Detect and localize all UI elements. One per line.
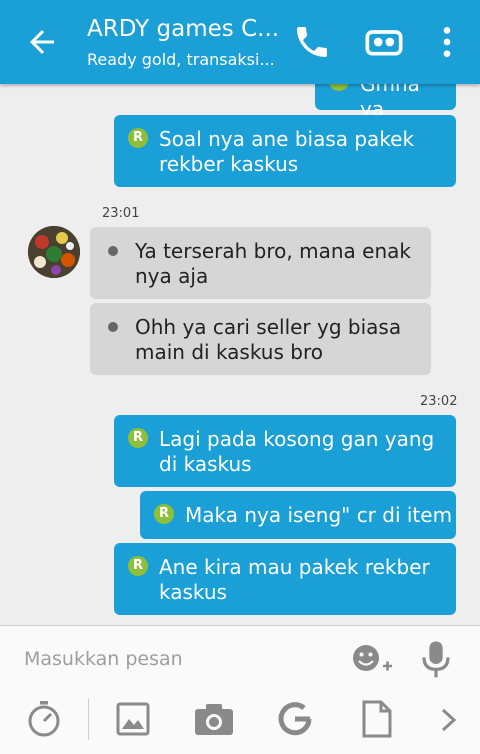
user-badge-icon: R xyxy=(329,84,349,91)
user-badge-icon: R xyxy=(128,428,148,448)
app-bar: ARDY games C... Ready gold, transaksi... xyxy=(0,0,480,84)
image-icon[interactable] xyxy=(116,702,150,736)
file-icon[interactable] xyxy=(362,700,392,738)
timer-icon[interactable] xyxy=(26,700,62,738)
message-input[interactable]: Masukkan pesan xyxy=(24,648,183,670)
chevron-right-icon[interactable] xyxy=(440,708,458,732)
avatar-image xyxy=(28,226,80,278)
message-list[interactable]: R Gmna ya R Soal nya ane biasa pakek rek… xyxy=(0,84,480,625)
message-bubble[interactable]: Ya terserah bro, mana enak nya aja xyxy=(90,227,431,299)
chat-title[interactable]: ARDY games C... xyxy=(87,16,279,42)
mask-icon[interactable] xyxy=(364,22,404,62)
phone-icon[interactable] xyxy=(292,22,332,62)
google-icon[interactable] xyxy=(276,700,314,738)
toolbar-divider xyxy=(88,698,89,740)
message-text: Maka nya iseng" cr di item xyxy=(185,503,453,527)
user-badge-icon: R xyxy=(128,556,148,576)
message-bubble[interactable]: R Maka nya iseng" cr di item xyxy=(140,491,456,539)
message-bubble[interactable]: Ohh ya cari seller yg biasa main di kask… xyxy=(90,303,431,375)
message-bubble[interactable]: R Lagi pada kosong gan yang di kaskus xyxy=(114,415,456,487)
mic-icon[interactable] xyxy=(420,640,452,680)
camera-icon[interactable] xyxy=(194,702,234,736)
unread-dot-icon xyxy=(108,322,118,332)
chat-subtitle[interactable]: Ready gold, transaksi... xyxy=(87,50,275,69)
more-vert-icon[interactable] xyxy=(427,22,467,62)
message-text: Ya terserah bro, mana enak nya aja xyxy=(135,239,411,288)
message-bubble[interactable]: R Gmna ya xyxy=(315,84,456,121)
avatar[interactable] xyxy=(28,226,80,278)
message-bubble[interactable]: R Ane kira mau pakek rekber kaskus xyxy=(114,543,456,615)
timestamp: 23:02 xyxy=(420,394,458,409)
message-bubble[interactable]: R Soal nya ane biasa pakek rekber kaskus xyxy=(114,115,456,187)
message-text: Lagi pada kosong gan yang di kaskus xyxy=(159,427,435,476)
user-badge-icon: R xyxy=(154,504,174,524)
message-text: Ohh ya cari seller yg biasa main di kask… xyxy=(135,315,402,364)
message-text: Ane kira mau pakek rekber kaskus xyxy=(159,555,430,604)
user-badge-icon: R xyxy=(128,128,148,148)
timestamp: 23:01 xyxy=(102,206,140,221)
message-text: Soal nya ane biasa pakek rekber kaskus xyxy=(159,127,415,176)
arrow-left-icon[interactable] xyxy=(24,24,60,60)
add-emoji-icon[interactable] xyxy=(350,642,394,678)
unread-dot-icon xyxy=(108,246,118,256)
composer: Masukkan pesan xyxy=(0,625,480,754)
